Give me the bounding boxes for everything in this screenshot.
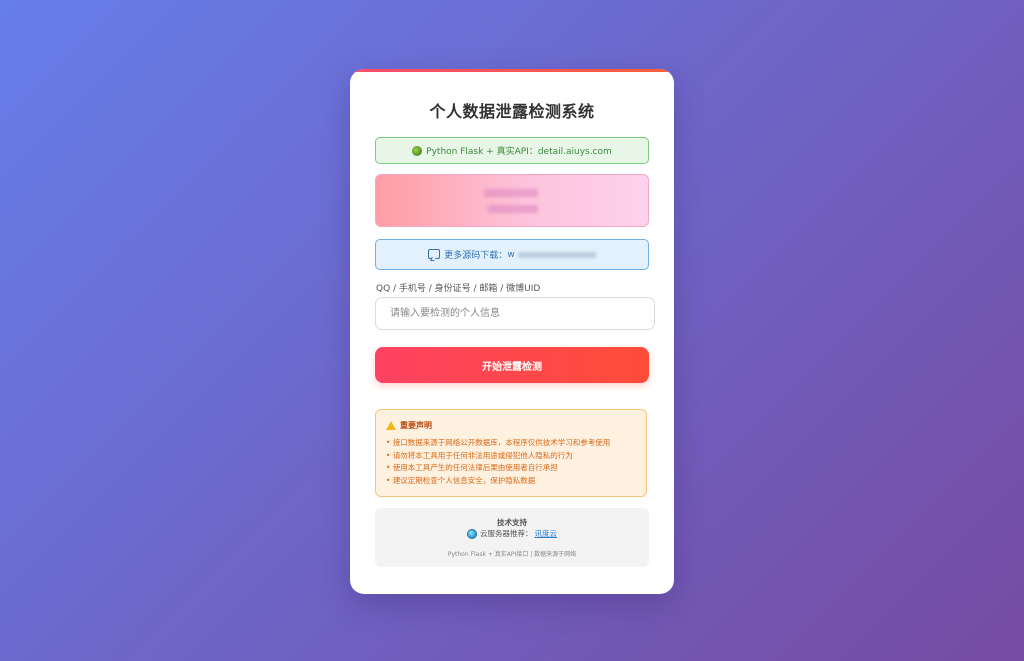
list-item: 请勿将本工具用于任何非法用途或侵犯他人隐私的行为 [386, 450, 636, 463]
footer-title: 技术支持 [497, 518, 527, 527]
api-info-banner: Python Flask + 真实API：detail.aiuys.com [375, 137, 649, 164]
server-link[interactable]: 讯度云 [535, 528, 558, 539]
api-info-text: Python Flask + 真实API：detail.aiuys.com [426, 147, 612, 157]
globe-icon [467, 528, 477, 539]
tech-support-footer: 技术支持 云服务器推荐： 讯度云 Python Flask + 真实API接口 … [375, 508, 649, 567]
snake-icon [412, 145, 423, 156]
footer-note: Python Flask + 真实API接口 | 数据来源于网络 [447, 551, 577, 558]
personal-info-input[interactable] [375, 297, 655, 330]
disclaimer-title-text: 重要声明 [400, 421, 432, 430]
list-item: 接口数据来源于网络公开数据库，本程序仅供技术学习和参考使用 [386, 437, 636, 450]
chat-icon [428, 248, 441, 259]
disclaimer-box: 重要声明 接口数据来源于网络公开数据库，本程序仅供技术学习和参考使用 请勿将本工… [375, 409, 647, 497]
source-download-label: 更多源码下载： [444, 251, 508, 261]
source-download-prefix: w [507, 249, 515, 260]
warning-icon [386, 421, 396, 430]
blurred-contact [517, 251, 596, 258]
start-detection-button[interactable]: 开始泄露检测 [375, 347, 649, 383]
blurred-promo-line-2 [488, 205, 538, 213]
server-label: 云服务器推荐： [480, 529, 533, 538]
list-item: 使用本工具产生的任何法律后果由使用者自行承担 [386, 462, 636, 475]
disclaimer-list: 接口数据来源于网络公开数据库，本程序仅供技术学习和参考使用 请勿将本工具用于任何… [386, 437, 636, 487]
source-download-banner[interactable]: 更多源码下载： w [375, 239, 649, 270]
input-label: QQ / 手机号 / 身份证号 / 邮箱 / 微博UID [376, 284, 541, 294]
list-item: 建议定期检查个人信息安全，保护隐私数据 [386, 475, 636, 488]
card-accent-bar [350, 69, 674, 72]
blurred-promo-line-1 [484, 189, 538, 197]
detection-card: 个人数据泄露检测系统 Python Flask + 真实API：detail.a… [350, 69, 674, 594]
server-recommendation: 云服务器推荐： 讯度云 [375, 528, 649, 539]
promo-banner[interactable] [375, 174, 649, 227]
page-title: 个人数据泄露检测系统 [429, 102, 595, 121]
disclaimer-title: 重要声明 [386, 420, 636, 431]
